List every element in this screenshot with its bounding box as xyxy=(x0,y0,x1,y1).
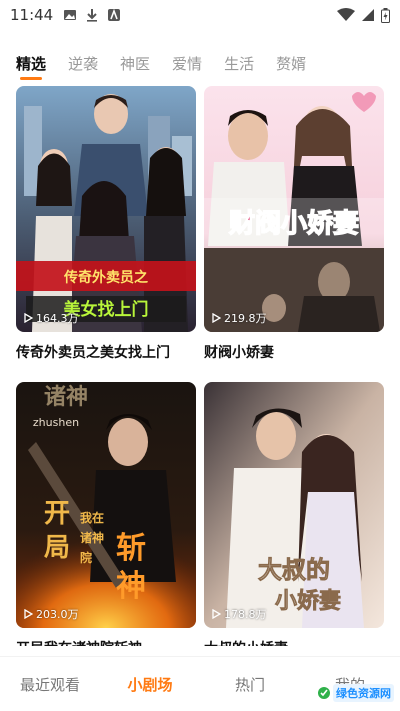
svg-text:小娇妻: 小娇妻 xyxy=(275,588,341,614)
play-icon xyxy=(212,609,221,619)
svg-text:诸神: 诸神 xyxy=(80,530,104,545)
view-count-text: 164.3万 xyxy=(36,312,79,325)
view-count: 219.8万 xyxy=(212,310,267,326)
svg-text:开: 开 xyxy=(44,499,70,529)
tab-shenghuo[interactable]: 生活 xyxy=(224,48,254,80)
poster-image: 财阀小娇妻 xyxy=(204,86,384,332)
tab-shenyi[interactable]: 神医 xyxy=(120,48,150,80)
svg-text:神: 神 xyxy=(116,569,146,604)
drama-card[interactable]: 诸神 zhushen 开 局 我在 诸神 院 斩 神 203.0万 开局我在诸神… xyxy=(16,382,196,646)
view-count-text: 203.0万 xyxy=(36,608,79,621)
drama-title[interactable]: 大叔的小娇妻 xyxy=(204,638,384,646)
watermark: 绿色资源网 xyxy=(317,684,394,702)
battery-icon xyxy=(381,7,390,23)
watermark-logo-icon xyxy=(318,687,330,699)
poster-image: 诸神 zhushen 开 局 我在 诸神 院 斩 神 xyxy=(16,382,196,628)
view-count-text: 178.8万 xyxy=(224,608,267,621)
drama-poster[interactable]: 大叔的 小娇妻 178.8万 xyxy=(204,382,384,628)
view-count: 203.0万 xyxy=(24,606,79,622)
drama-card[interactable]: 传奇外卖员之 美女找上门 164.3万 传奇外卖员之美女找上门 xyxy=(16,86,196,362)
svg-text:斩: 斩 xyxy=(116,531,146,566)
svg-text:财阀小娇妻: 财阀小娇妻 xyxy=(229,209,359,239)
drama-poster[interactable]: 传奇外卖员之 美女找上门 164.3万 xyxy=(16,86,196,332)
svg-text:局: 局 xyxy=(44,533,70,563)
play-icon xyxy=(24,609,33,619)
signal-icon xyxy=(362,9,374,21)
tab-jingxuan[interactable]: 精选 xyxy=(16,48,46,80)
drama-card[interactable]: 大叔的 小娇妻 178.8万 大叔的小娇妻 xyxy=(204,382,384,646)
svg-text:我在: 我在 xyxy=(80,510,104,525)
wifi-icon xyxy=(337,8,355,21)
nav-short-drama[interactable]: 小剧场 xyxy=(100,674,200,695)
drama-title[interactable]: 传奇外卖员之美女找上门 xyxy=(16,342,196,362)
svg-text:诸神: 诸神 xyxy=(44,384,88,410)
drama-title[interactable]: 财阀小娇妻 xyxy=(204,342,384,362)
gallery-icon xyxy=(64,10,77,20)
tab-zhuixu[interactable]: 赘婿 xyxy=(276,48,306,80)
watermark-text: 绿色资源网 xyxy=(333,684,394,702)
drama-title[interactable]: 开局我在诸神院斩神 xyxy=(16,638,196,646)
poster-image: 传奇外卖员之 美女找上门 xyxy=(16,86,196,332)
status-bar: 11:44 xyxy=(0,0,400,30)
category-tabs: 精选 逆袭 神医 爱情 生活 赘婿 xyxy=(0,46,400,82)
svg-text:院: 院 xyxy=(80,550,92,565)
nav-recently-watched[interactable]: 最近观看 xyxy=(0,674,100,695)
drama-poster[interactable]: 诸神 zhushen 开 局 我在 诸神 院 斩 神 203.0万 xyxy=(16,382,196,628)
app-notification-icon xyxy=(108,8,121,21)
poster-image: 大叔的 小娇妻 xyxy=(204,382,384,628)
drama-card[interactable]: 财阀小娇妻 219.8万 财阀小娇妻 xyxy=(204,86,384,362)
download-icon xyxy=(87,9,98,22)
poster-subtitle: zhushen xyxy=(33,416,79,429)
drama-poster[interactable]: 财阀小娇妻 219.8万 xyxy=(204,86,384,332)
nav-hot[interactable]: 热门 xyxy=(200,674,300,695)
play-icon xyxy=(212,313,221,323)
tab-aiqing[interactable]: 爱情 xyxy=(172,48,202,80)
view-count: 164.3万 xyxy=(24,310,79,326)
drama-grid: 传奇外卖员之 美女找上门 164.3万 传奇外卖员之美女找上门 财阀小娇妻 21… xyxy=(0,86,400,646)
svg-text:大叔的: 大叔的 xyxy=(258,555,330,584)
svg-text:传奇外卖员之: 传奇外卖员之 xyxy=(63,269,148,286)
tab-nixi[interactable]: 逆袭 xyxy=(68,48,98,80)
play-icon xyxy=(24,313,33,323)
view-count: 178.8万 xyxy=(212,606,267,622)
status-time: 11:44 xyxy=(10,6,54,24)
view-count-text: 219.8万 xyxy=(224,312,267,325)
